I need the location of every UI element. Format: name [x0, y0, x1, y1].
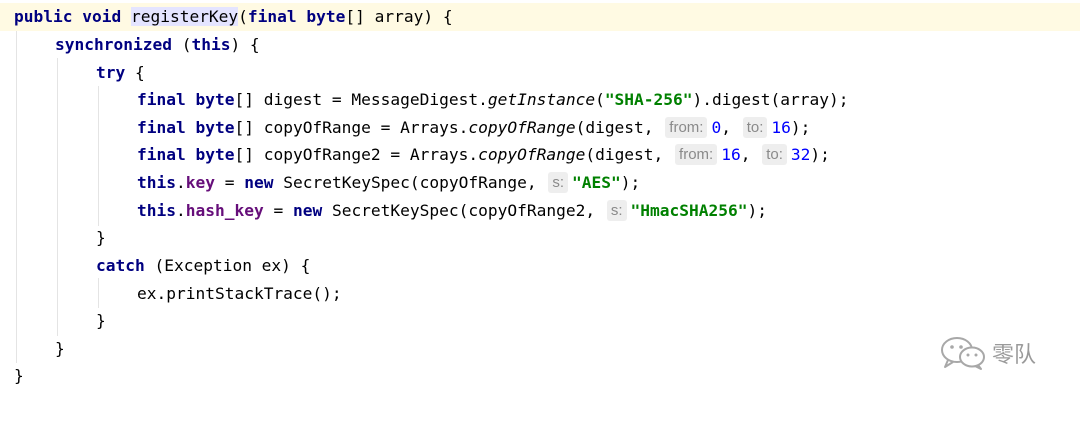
static-method: copyOfRange	[478, 145, 586, 164]
code-line-12[interactable]: }	[0, 307, 1080, 335]
parameter-hint: to:	[742, 117, 768, 138]
parameter-hint: s:	[548, 172, 569, 193]
code-text: [] copyOfRange = Arrays.	[234, 118, 469, 137]
parameter-hint: to:	[762, 144, 787, 165]
code-text: );	[790, 118, 811, 137]
code-text: ,	[721, 118, 731, 137]
code-text: (	[238, 7, 248, 26]
code-text: (Exception ex) {	[144, 256, 311, 275]
keyword: byte	[195, 118, 235, 137]
number-literal: 0	[711, 118, 722, 137]
code-line-3[interactable]: try {	[0, 59, 1080, 87]
code-text: ).digest(array);	[692, 90, 849, 109]
code-text: [] copyOfRange2 = Arrays.	[234, 145, 479, 164]
watermark: 零队	[940, 336, 1036, 370]
keyword: public	[14, 7, 73, 26]
keyword: final	[137, 145, 186, 164]
keyword: void	[82, 7, 122, 26]
code-text: (digest,	[575, 118, 654, 137]
code-text: );	[810, 145, 830, 164]
watermark-text: 零队	[992, 343, 1037, 368]
code-text: (	[595, 90, 605, 109]
parameter-hint: from:	[675, 144, 718, 165]
static-method: copyOfRange	[468, 118, 576, 137]
keyword: byte	[195, 145, 235, 164]
keyword: catch	[96, 256, 145, 275]
code-text: SecretKeySpec(copyOfRange2,	[322, 201, 596, 220]
keyword: synchronized	[55, 35, 172, 54]
parameter-hint: from:	[665, 117, 708, 138]
keyword: this	[137, 201, 176, 220]
keyword: byte	[195, 90, 235, 109]
code-line-1[interactable]: public void registerKey(final byte[] arr…	[0, 3, 1080, 31]
code-line-9[interactable]: }	[0, 224, 1080, 252]
code-line-8[interactable]: this.hash_key = new SecretKeySpec(copyOf…	[0, 197, 1080, 225]
keyword: new	[244, 173, 274, 192]
code-text: [] digest = MessageDigest.	[234, 90, 488, 109]
keyword: this	[191, 35, 231, 54]
code-text: ,	[740, 145, 751, 164]
code-text: ) {	[230, 35, 260, 54]
code-text: }	[96, 228, 106, 247]
code-line-10[interactable]: catch (Exception ex) {	[0, 252, 1080, 280]
string-literal: "HmacSHA256"	[630, 201, 748, 220]
code-line-14[interactable]: }	[0, 362, 1080, 390]
code-line-7[interactable]: this.key = new SecretKeySpec(copyOfRange…	[0, 169, 1080, 197]
code-line-13[interactable]: }	[0, 335, 1080, 363]
number-literal: 32	[790, 145, 811, 164]
field-name: hash_key	[185, 201, 264, 220]
code-line-11[interactable]: ex.printStackTrace();	[0, 280, 1080, 308]
code-text: [] array) {	[345, 7, 453, 26]
code-text: {	[125, 63, 145, 82]
keyword: final	[137, 90, 186, 109]
code-text: }	[96, 311, 106, 330]
keyword: new	[292, 201, 323, 220]
keyword: this	[137, 173, 176, 192]
code-text: .	[175, 201, 186, 220]
code-text: =	[214, 173, 245, 192]
code-text: (	[171, 35, 192, 54]
code-text: );	[747, 201, 767, 220]
code-text: }	[55, 339, 65, 358]
code-text: );	[620, 173, 641, 192]
code-text: (digest,	[585, 145, 664, 164]
keyword: final	[137, 118, 186, 137]
code-text: .	[175, 173, 186, 192]
code-text: =	[263, 201, 293, 220]
field-name: key	[185, 173, 215, 192]
code-text: SecretKeySpec(copyOfRange,	[273, 173, 537, 192]
code-text: ex.printStackTrace();	[137, 284, 342, 303]
keyword: byte	[306, 7, 346, 26]
string-literal: "AES"	[572, 173, 621, 192]
code-editor[interactable]: public void registerKey(final byte[] arr…	[0, 0, 1080, 404]
code-line-6[interactable]: final byte[] copyOfRange2 = Arrays.copyO…	[0, 141, 1080, 169]
keyword: final	[247, 7, 297, 26]
number-literal: 16	[771, 118, 791, 137]
method-name[interactable]: registerKey	[130, 7, 239, 26]
parameter-hint: s:	[606, 200, 627, 221]
number-literal: 16	[721, 145, 741, 164]
code-text: }	[14, 366, 24, 385]
static-method: getInstance	[487, 90, 596, 109]
code-line-4[interactable]: final byte[] digest = MessageDigest.getI…	[0, 86, 1080, 114]
keyword: try	[96, 63, 126, 82]
code-line-2[interactable]: synchronized (this) {	[0, 31, 1080, 59]
wechat-icon	[940, 336, 986, 370]
code-line-5[interactable]: final byte[] copyOfRange = Arrays.copyOf…	[0, 114, 1080, 142]
string-literal: "SHA-256"	[604, 90, 693, 109]
